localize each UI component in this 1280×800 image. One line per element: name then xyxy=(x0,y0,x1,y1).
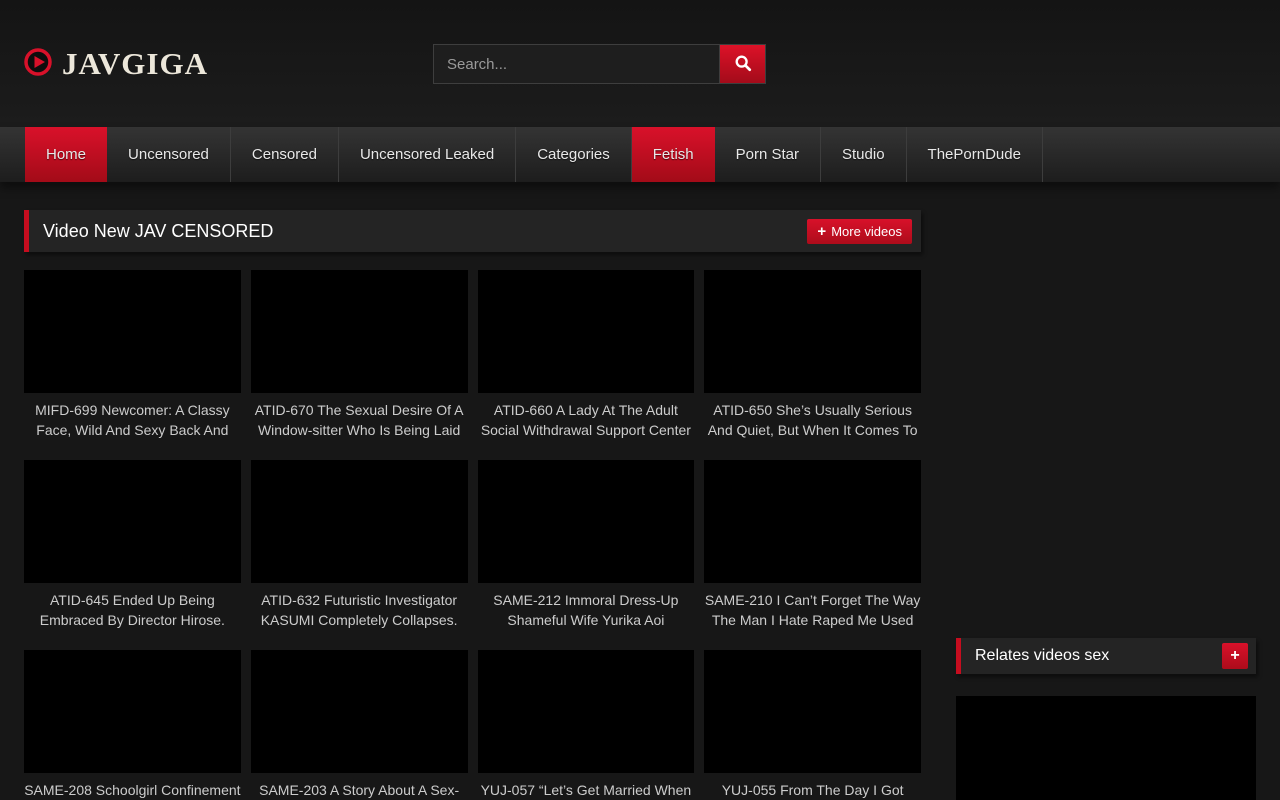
video-card[interactable]: SAME-210 I Can’t Forget The Way The Man … xyxy=(704,460,921,630)
plus-icon: + xyxy=(1230,647,1239,665)
nav-item-uncensored[interactable]: Uncensored xyxy=(107,127,231,182)
sidebar-header: Relates videos sex + xyxy=(956,638,1256,674)
video-card[interactable]: MIFD-699 Newcomer: A Classy Face, Wild A… xyxy=(24,270,241,440)
plus-icon: + xyxy=(817,224,826,239)
video-card[interactable]: YUJ-055 From The Day I Got xyxy=(704,650,921,800)
section-title: Video New JAV CENSORED xyxy=(43,221,273,242)
site-logo[interactable]: JAVGIGA xyxy=(24,46,208,82)
video-card[interactable]: SAME-208 Schoolgirl Confinement xyxy=(24,650,241,800)
video-title[interactable]: ATID-660 A Lady At The Adult Social With… xyxy=(478,400,695,440)
sidebar-video-thumbnail[interactable] xyxy=(956,696,1256,800)
video-thumbnail[interactable] xyxy=(251,650,468,773)
nav-item-home[interactable]: Home xyxy=(25,127,107,182)
video-thumbnail[interactable] xyxy=(704,270,921,393)
video-title[interactable]: ATID-670 The Sexual Desire Of A Window-s… xyxy=(251,400,468,440)
video-grid: MIFD-699 Newcomer: A Classy Face, Wild A… xyxy=(24,270,921,800)
nav-item-studio[interactable]: Studio xyxy=(821,127,907,182)
video-card[interactable]: ATID-632 Futuristic Investigator KASUMI … xyxy=(251,460,468,630)
video-card[interactable]: YUJ-057 “Let’s Get Married When xyxy=(478,650,695,800)
video-title[interactable]: SAME-208 Schoolgirl Confinement xyxy=(24,780,241,800)
video-title[interactable]: YUJ-057 “Let’s Get Married When xyxy=(478,780,695,800)
video-card[interactable]: ATID-660 A Lady At The Adult Social With… xyxy=(478,270,695,440)
site-title: JAVGIGA xyxy=(62,46,208,82)
nav-item-porn-star[interactable]: Porn Star xyxy=(715,127,821,182)
video-title[interactable]: ATID-645 Ended Up Being Embraced By Dire… xyxy=(24,590,241,630)
video-thumbnail[interactable] xyxy=(704,460,921,583)
video-thumbnail[interactable] xyxy=(478,650,695,773)
video-card[interactable]: SAME-212 Immoral Dress-Up Shameful Wife … xyxy=(478,460,695,630)
video-card[interactable]: ATID-670 The Sexual Desire Of A Window-s… xyxy=(251,270,468,440)
video-thumbnail[interactable] xyxy=(24,460,241,583)
nav-item-theporndude[interactable]: ThePornDude xyxy=(907,127,1043,182)
search-button[interactable] xyxy=(720,45,765,83)
video-title[interactable]: SAME-212 Immoral Dress-Up Shameful Wife … xyxy=(478,590,695,630)
video-card[interactable]: SAME-203 A Story About A Sex- xyxy=(251,650,468,800)
header: JAVGIGA xyxy=(0,0,1280,127)
video-title[interactable]: SAME-203 A Story About A Sex- xyxy=(251,780,468,800)
video-thumbnail[interactable] xyxy=(704,650,921,773)
sidebar-plus-button[interactable]: + xyxy=(1222,643,1248,669)
page: JAVGIGA Home Uncensored Censored Uncenso… xyxy=(0,0,1280,800)
nav-item-categories[interactable]: Categories xyxy=(516,127,632,182)
video-title[interactable]: ATID-632 Futuristic Investigator KASUMI … xyxy=(251,590,468,630)
video-card[interactable]: ATID-650 She’s Usually Serious And Quiet… xyxy=(704,270,921,440)
sidebar-title: Relates videos sex xyxy=(975,647,1109,665)
video-thumbnail[interactable] xyxy=(251,270,468,393)
play-logo-icon xyxy=(24,48,52,81)
video-title[interactable]: MIFD-699 Newcomer: A Classy Face, Wild A… xyxy=(24,400,241,440)
search-icon xyxy=(734,54,752,75)
video-thumbnail[interactable] xyxy=(24,270,241,393)
section-header: Video New JAV CENSORED + More videos xyxy=(24,210,921,252)
video-title[interactable]: ATID-650 She’s Usually Serious And Quiet… xyxy=(704,400,921,440)
nav-item-fetish[interactable]: Fetish xyxy=(632,127,715,182)
more-videos-button[interactable]: + More videos xyxy=(807,219,912,244)
more-videos-label: More videos xyxy=(831,224,902,239)
video-thumbnail[interactable] xyxy=(24,650,241,773)
search-input[interactable] xyxy=(434,45,720,83)
video-thumbnail[interactable] xyxy=(478,270,695,393)
video-card[interactable]: ATID-645 Ended Up Being Embraced By Dire… xyxy=(24,460,241,630)
nav-item-censored[interactable]: Censored xyxy=(231,127,339,182)
video-title[interactable]: SAME-210 I Can’t Forget The Way The Man … xyxy=(704,590,921,630)
search-form xyxy=(433,44,766,84)
nav-item-uncensored-leaked[interactable]: Uncensored Leaked xyxy=(339,127,516,182)
video-title[interactable]: YUJ-055 From The Day I Got xyxy=(704,780,921,800)
video-thumbnail[interactable] xyxy=(251,460,468,583)
video-thumbnail[interactable] xyxy=(478,460,695,583)
main-nav: Home Uncensored Censored Uncensored Leak… xyxy=(0,127,1280,182)
